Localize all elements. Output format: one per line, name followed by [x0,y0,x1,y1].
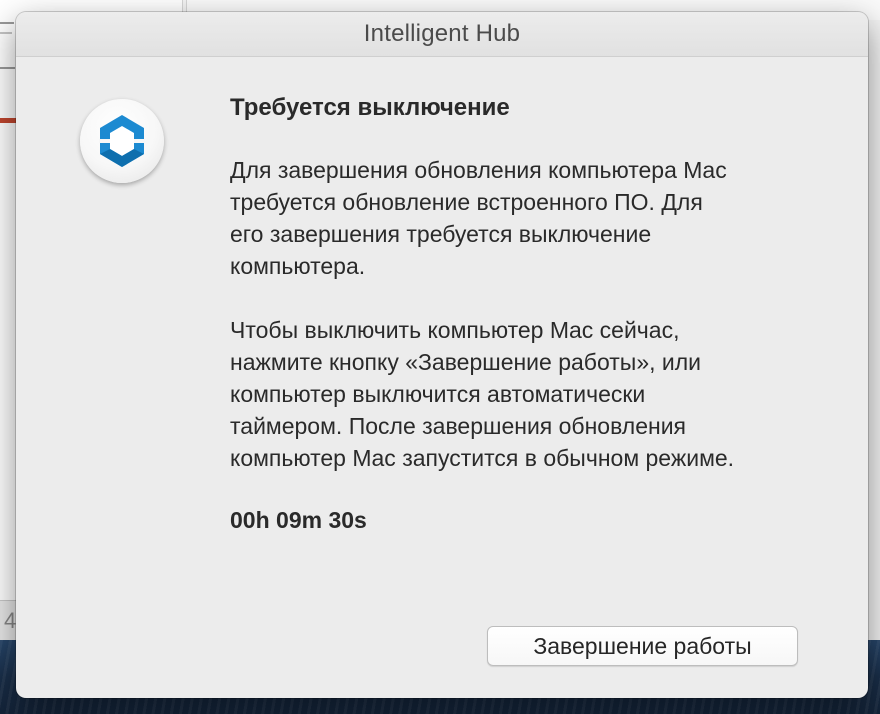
window-title: Intelligent Hub [363,20,521,47]
background-text-line [0,67,15,69]
hub-hexagon-icon [99,115,145,167]
background-text-line [0,32,12,34]
dialog-heading: Требуется выключение [230,94,510,121]
shutdown-button[interactable]: Завершение работы [487,626,798,666]
background-red-bar [0,118,16,123]
dialog-message-paragraph-1: Для завершения обновления компьютера Mac… [230,157,727,279]
intelligent-hub-logo-icon [80,99,164,183]
dialog-content: Требуется выключение Для завершения обно… [230,92,830,536]
background-text-line [0,22,14,24]
shutdown-countdown-timer: 00h 09m 30s [230,507,367,533]
dialog-message-paragraph-2: Чтобы выключить компьютер Mac сейчас, на… [230,317,735,471]
background-partial-digit: 4 [4,608,17,633]
intelligent-hub-dialog-window: Intelligent Hub Требуется выключение Для… [16,12,868,698]
window-titlebar[interactable]: Intelligent Hub [16,12,868,57]
